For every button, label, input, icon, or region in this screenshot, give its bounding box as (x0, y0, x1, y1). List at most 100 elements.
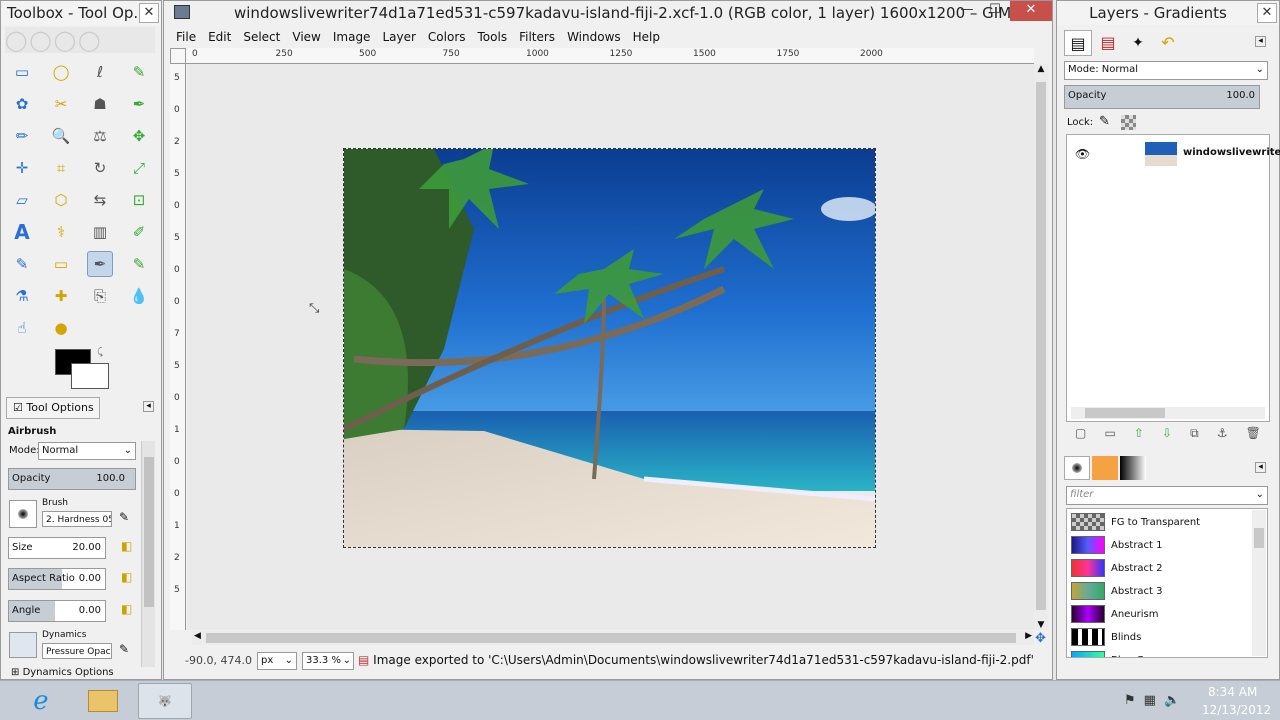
scroll-left-icon[interactable]: ◀ (194, 631, 201, 641)
blend-icon[interactable]: ▥ (87, 219, 113, 245)
size-slider[interactable]: Size 20.00 (8, 537, 106, 559)
dynamics-options-expander[interactable]: ⊞ Dynamics Options (11, 667, 114, 678)
lasso-icon[interactable]: ℓ (87, 59, 113, 85)
flag-icon[interactable]: ⚑ (1124, 693, 1136, 708)
menu-edit[interactable]: Edit (202, 30, 237, 44)
menu-filters[interactable]: Filters (513, 30, 561, 44)
aspect-ratio-slider[interactable]: Aspect Ratio 0.00 (8, 568, 106, 590)
color-picker-icon[interactable]: ✏ (9, 123, 35, 149)
anchor-layer-icon[interactable]: ⚓ (1217, 426, 1228, 444)
dynamics-field[interactable]: Pressure Opac (42, 643, 112, 659)
flip-icon[interactable]: ⇆ (87, 187, 113, 213)
menu-file[interactable]: File (170, 30, 202, 44)
fuzzy-select-icon[interactable]: ✎ (126, 59, 152, 85)
unit-select[interactable]: px ⌄ (257, 652, 297, 670)
perspective-clone-icon[interactable]: ⎘ (87, 283, 113, 309)
minimize-button[interactable]: — (954, 1, 980, 21)
toolbox-titlebar[interactable]: Toolbox - Tool Op... (1, 1, 161, 25)
text-icon[interactable]: A (9, 219, 35, 245)
gradients-tab-icon[interactable] (1120, 456, 1146, 480)
layers-titlebar[interactable]: Layers - Gradients (1057, 1, 1279, 25)
tool-options-tab[interactable]: ☑ Tool Options (6, 397, 100, 419)
smudge-icon[interactable]: ☝ (9, 315, 35, 341)
paths-tab-icon[interactable]: ✦ (1124, 30, 1152, 56)
patterns-tab-icon[interactable] (1092, 456, 1118, 480)
angle-slider[interactable]: Angle 0.00 (8, 600, 106, 622)
gradient-item[interactable]: Abstract 1 (1071, 534, 1163, 556)
background-color-swatch[interactable] (71, 363, 109, 389)
tool-options-scrollbar[interactable] (141, 441, 155, 667)
layers-list[interactable]: 👁 windowslivewriter (1066, 134, 1280, 422)
raise-layer-icon[interactable]: ⇧ (1134, 426, 1144, 444)
gradients-scrollbar[interactable] (1252, 510, 1266, 656)
lock-alpha-icon[interactable] (1121, 115, 1136, 130)
zoom-select[interactable]: 33.3 % ⌄ (302, 652, 354, 670)
layer-opacity-slider[interactable]: Opacity 100.0 (1064, 85, 1260, 109)
color-select-icon[interactable]: ✿ (9, 91, 35, 117)
toolbox-close-button[interactable]: ✕ (139, 3, 159, 23)
scroll-down-icon[interactable]: ▼ (1034, 620, 1048, 630)
mode-select[interactable]: Normal ⌄ (38, 442, 136, 460)
heal-icon[interactable]: ⚕ (48, 219, 74, 245)
move-icon[interactable]: ✥ (126, 123, 152, 149)
layers-hscrollbar[interactable] (1071, 407, 1265, 419)
reset-size-icon[interactable]: ◧ (121, 539, 132, 553)
beach-image[interactable] (343, 148, 876, 548)
reset-angle-icon[interactable]: ◧ (121, 602, 132, 616)
edit-dynamics-icon[interactable]: ✎ (119, 642, 129, 656)
gradient-item[interactable]: Abstract 2 (1071, 557, 1163, 579)
measure-icon[interactable]: ⚖ (87, 123, 113, 149)
lower-layer-icon[interactable]: ⇩ (1162, 426, 1172, 444)
menu-windows[interactable]: Windows (561, 30, 627, 44)
blur-icon[interactable]: 💧 (126, 283, 152, 309)
brush-name-field[interactable]: 2. Hardness 05 (42, 511, 112, 527)
clock-date[interactable]: 12/13/2012 (1202, 703, 1271, 717)
vertical-scrollbar[interactable]: ▲ ▼ (1034, 64, 1048, 630)
edit-brush-icon[interactable]: ✎ (119, 510, 129, 524)
gradient-filter-input[interactable]: filter ⌄ (1066, 486, 1268, 505)
heal2-icon[interactable]: ✚ (48, 283, 74, 309)
crop-icon[interactable]: ⌗ (48, 155, 74, 181)
gradient-item[interactable]: FG to Transparent (1071, 511, 1200, 533)
horizontal-scrollbar[interactable]: ◀ ▶ (192, 631, 1034, 645)
horizontal-ruler[interactable]: 0 250 500 750 1000 1250 1500 1750 2000 (186, 48, 1034, 64)
image-titlebar[interactable]: windowslivewriter74d1a71ed531-c597kadavu… (164, 1, 1052, 25)
foreground-select-icon[interactable]: ☗ (87, 91, 113, 117)
internet-explorer-icon[interactable]: ℯ (14, 683, 68, 719)
dynamics-preview-icon[interactable] (9, 632, 37, 658)
new-layer-group-icon[interactable]: ▭ (1104, 426, 1115, 444)
ruler-corner[interactable] (170, 48, 186, 64)
gimp-taskbar-icon[interactable]: 🐺 (138, 683, 192, 719)
pencil-icon[interactable]: ✐ (126, 219, 152, 245)
menu-help[interactable]: Help (627, 30, 666, 44)
menu-layer[interactable]: Layer (376, 30, 421, 44)
scroll-up-icon[interactable]: ▲ (1034, 64, 1048, 74)
lock-pixels-icon[interactable]: ✎ (1099, 114, 1110, 129)
rotate-icon[interactable]: ↻ (87, 155, 113, 181)
rect-select-icon[interactable]: ▭ (9, 59, 35, 85)
undo-history-tab-icon[interactable]: ↶ (1154, 30, 1182, 56)
ellipse-select-icon[interactable]: ◯ (48, 59, 74, 85)
clock-time[interactable]: 8:34 AM (1208, 685, 1257, 699)
panel-menu-icon[interactable]: ◂ (143, 401, 154, 412)
gradient-item[interactable]: Aneurism (1071, 603, 1159, 625)
duplicate-layer-icon[interactable]: ⧉ (1190, 426, 1199, 444)
vertical-ruler[interactable]: 5 0 2 5 0 5 0 0 7 5 0 1 0 0 1 2 5 (170, 64, 186, 630)
reset-aspect-icon[interactable]: ◧ (121, 570, 132, 584)
panel-menu-icon[interactable]: ◂ (1255, 462, 1266, 473)
gradients-list[interactable]: FG to Transparent Abstract 1 Abstract 2 Abs… (1066, 508, 1268, 658)
swap-colors-icon[interactable]: ⤹ (97, 347, 103, 358)
panel-menu-icon[interactable]: ◂ (1255, 36, 1266, 47)
volume-icon[interactable]: 🔈 (1164, 693, 1180, 708)
menu-colors[interactable]: Colors (422, 30, 472, 44)
scroll-right-icon[interactable]: ▶ (1025, 631, 1032, 641)
brush-preview[interactable] (9, 500, 37, 528)
layers-tab-icon[interactable]: ▤ (1064, 30, 1092, 56)
opacity-slider[interactable]: Opacity 100.0 (8, 468, 136, 490)
maximize-button[interactable]: ☐ (982, 1, 1008, 21)
layers-close-button[interactable]: ✕ (1257, 3, 1277, 23)
gradient-item[interactable]: Blue Green (1071, 649, 1167, 657)
eye-icon[interactable]: 👁 (1075, 147, 1090, 161)
perspective-icon[interactable]: ⬡ (48, 187, 74, 213)
layer-mode-select[interactable]: Mode: Normal ⌄ (1064, 61, 1268, 80)
